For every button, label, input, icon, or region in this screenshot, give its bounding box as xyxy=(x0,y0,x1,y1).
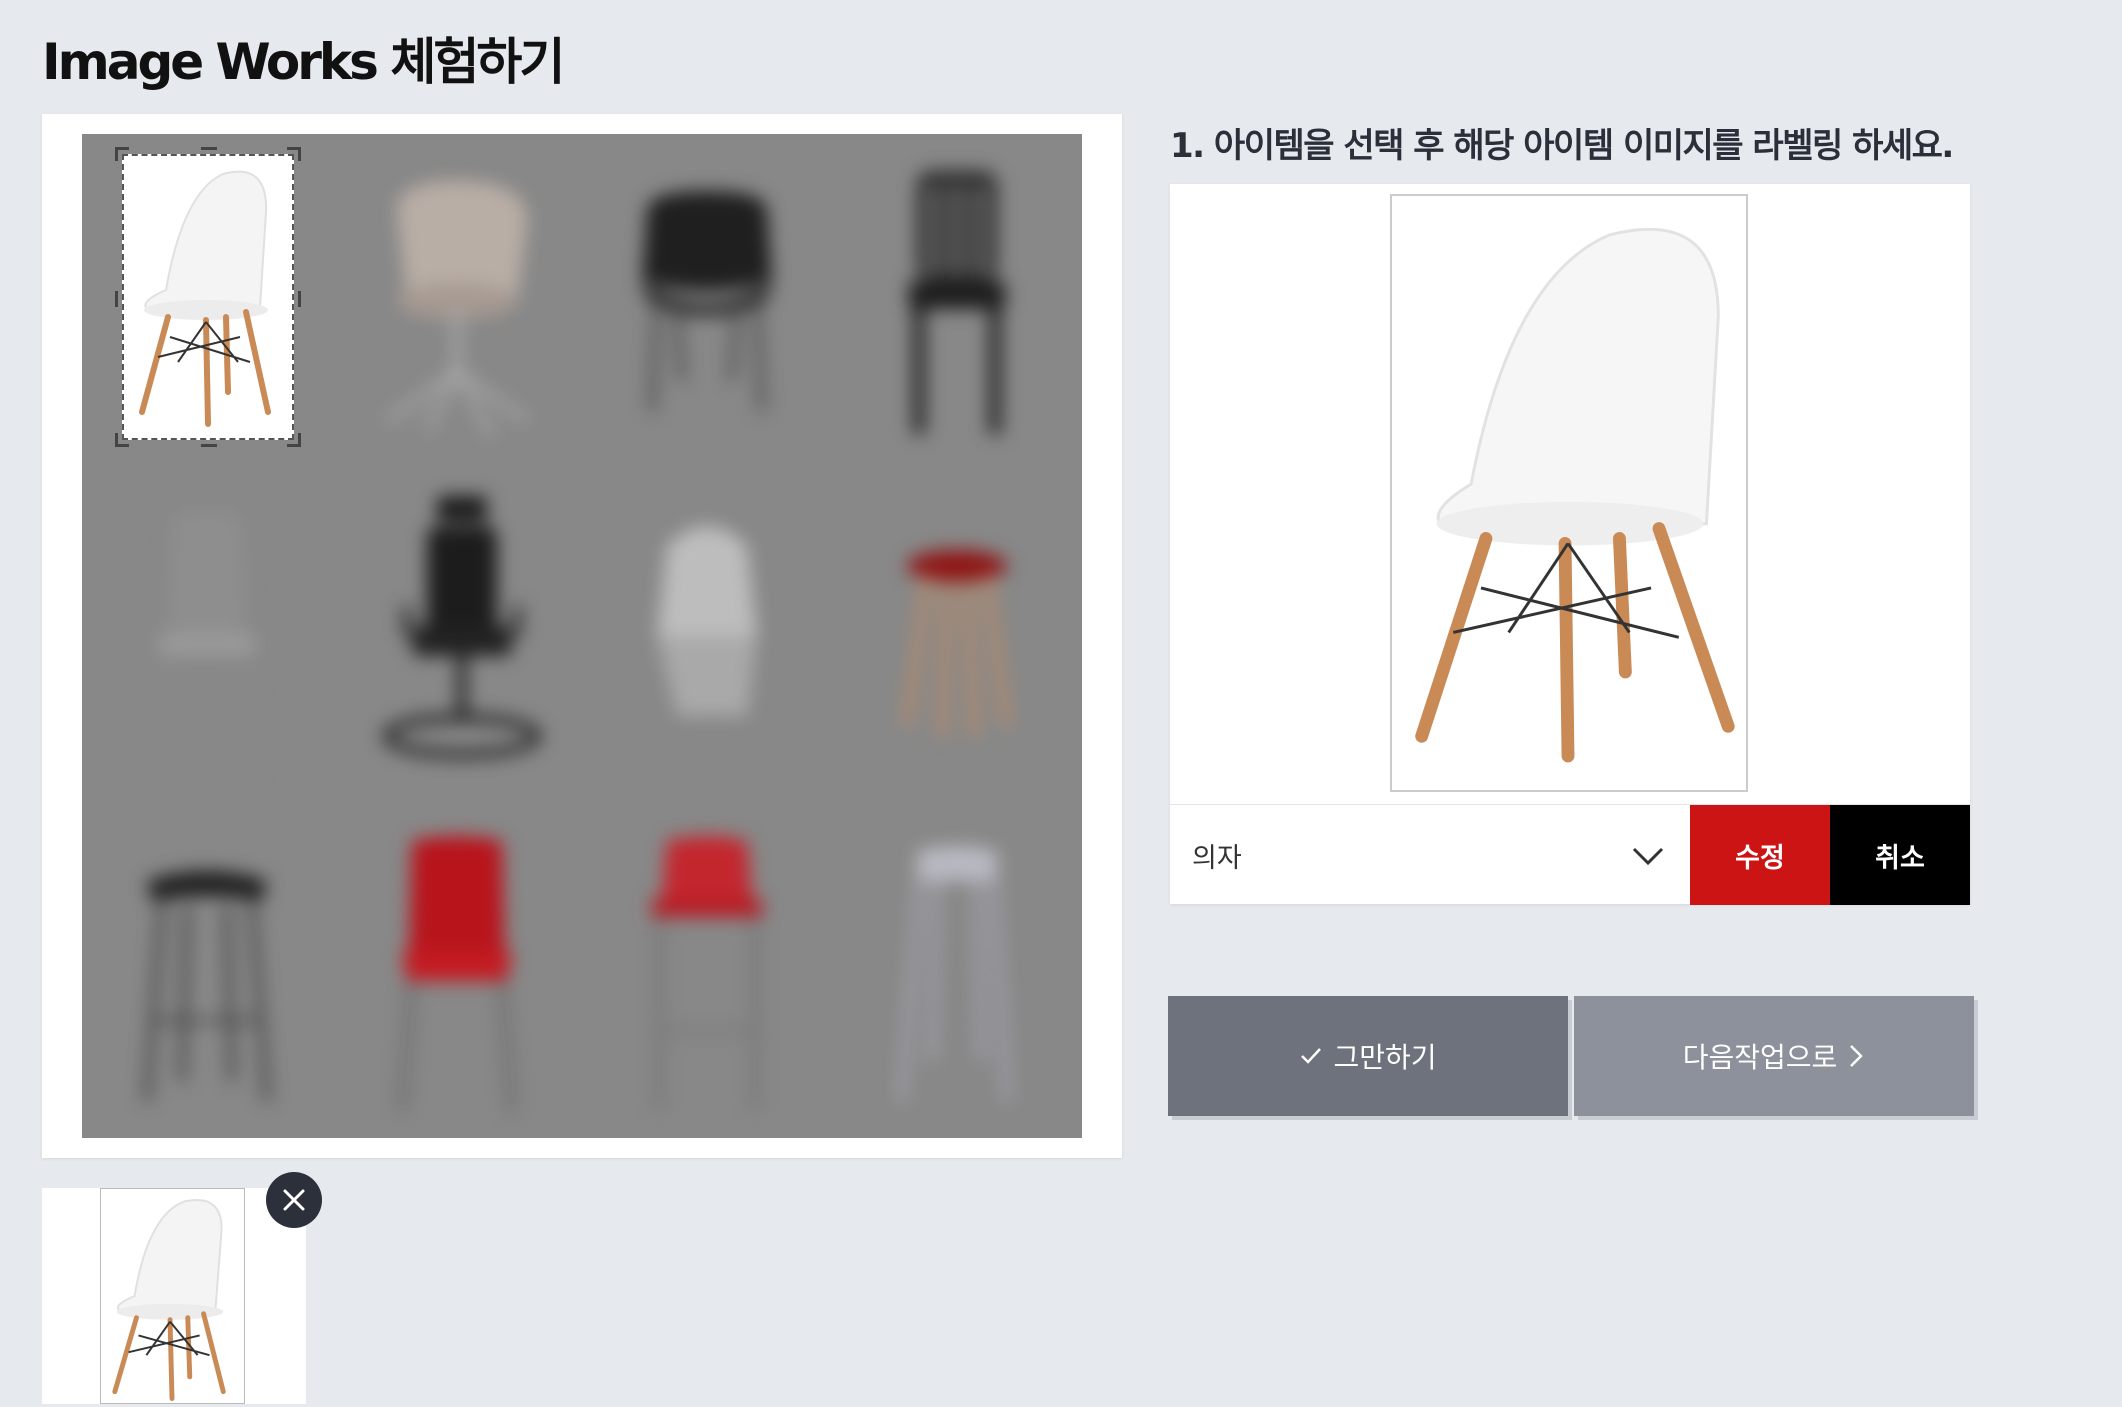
gallery-item-white-bar-stool[interactable] xyxy=(832,803,1082,1138)
selection-crop-box[interactable] xyxy=(115,147,301,447)
label-dropdown[interactable]: 의자 xyxy=(1170,805,1690,905)
instruction-text: 1. 아이템을 선택 후 해당 아이템 이미지를 라벨링 하세요. xyxy=(1170,126,1954,166)
gallery-item-taupe-swivel-armchair[interactable] xyxy=(332,134,582,469)
resize-handle-top-right[interactable] xyxy=(287,147,301,161)
edit-button[interactable]: 수정 xyxy=(1690,805,1830,905)
gallery-item-white-shell-chair[interactable] xyxy=(582,469,832,804)
gallery-item-black-office-chair[interactable] xyxy=(332,469,582,804)
resize-handle-bottom[interactable] xyxy=(201,433,217,447)
label-dropdown-value: 의자 xyxy=(1192,842,1242,874)
next-task-button-label: 다음작업으로 xyxy=(1682,1041,1838,1074)
gallery-item-red-wooden-stool[interactable] xyxy=(832,469,1082,804)
resize-handle-bottom-left[interactable] xyxy=(115,433,129,447)
gallery-item-black-armchair[interactable] xyxy=(582,134,832,469)
resize-handle-top-left[interactable] xyxy=(115,147,129,161)
image-canvas[interactable] xyxy=(82,134,1082,1138)
labeled-thumbnail[interactable] xyxy=(100,1188,245,1404)
selected-item-preview xyxy=(1390,194,1748,792)
cancel-button[interactable]: 취소 xyxy=(1830,805,1970,905)
white-chair-image xyxy=(139,170,271,427)
remove-thumbnail-button[interactable] xyxy=(266,1172,322,1228)
resize-handle-right[interactable] xyxy=(287,291,301,307)
resize-handle-bottom-right[interactable] xyxy=(287,433,301,447)
stop-button[interactable]: 그만하기 xyxy=(1168,996,1568,1116)
gallery-item-black-bar-stool[interactable] xyxy=(82,803,332,1138)
gallery-item-grey-side-chair[interactable] xyxy=(82,469,332,804)
labeling-workspace xyxy=(42,114,1122,1158)
label-row: 의자 수정 취소 xyxy=(1170,804,1970,905)
gallery-item-black-metal-chair[interactable] xyxy=(832,134,1082,469)
next-task-button[interactable]: 다음작업으로 xyxy=(1574,996,1974,1116)
gallery-item-red-bar-stool[interactable] xyxy=(582,803,832,1138)
resize-handle-top[interactable] xyxy=(201,147,217,161)
chevron-down-icon xyxy=(1632,847,1664,866)
stop-button-label: 그만하기 xyxy=(1333,1041,1437,1074)
labeled-thumbnail-card xyxy=(42,1188,306,1404)
close-icon xyxy=(283,1189,305,1211)
chevron-right-icon xyxy=(1850,1045,1864,1067)
gallery-item-red-chair[interactable] xyxy=(332,803,582,1138)
label-card: 의자 수정 취소 xyxy=(1170,184,1970,905)
resize-handle-left[interactable] xyxy=(115,291,129,307)
page-title: Image Works 체험하기 xyxy=(42,33,565,91)
check-icon xyxy=(1301,1048,1322,1064)
